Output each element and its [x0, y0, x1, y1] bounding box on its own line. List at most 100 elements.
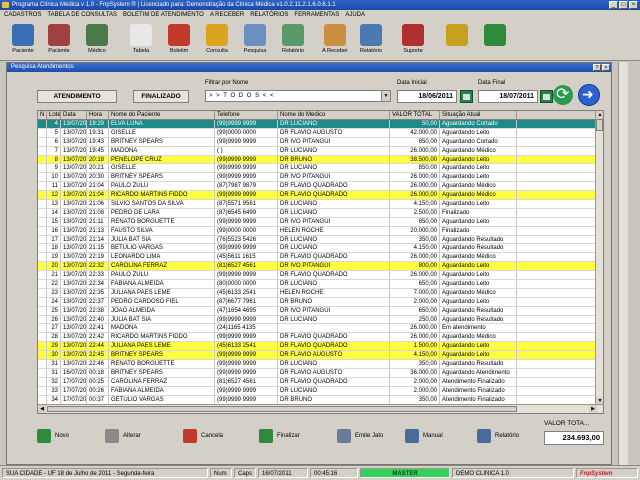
table-row[interactable]: 1813/07/201121:15BETULIO VARGAS(99)9999 … [38, 244, 597, 254]
search-icon [244, 24, 266, 46]
toolbar-button-4[interactable]: Boletim [162, 23, 196, 60]
date-initial-input[interactable]: 18/06/2011 [397, 90, 457, 103]
cell-hora: 21:08 [87, 208, 109, 217]
table-row[interactable]: 2813/07/201122:42RICARDO MARTINS FIDDO(9… [38, 333, 597, 343]
toolbar-button-12[interactable] [478, 23, 512, 60]
toolbar-button-5[interactable]: Consulta [200, 23, 234, 60]
action-button-2[interactable]: Cancela [183, 425, 223, 447]
toolbar-button-0[interactable]: Paciente [6, 23, 40, 60]
table-row[interactable]: 3113/07/201122:46RENATO BORGUETTE(99)999… [38, 360, 597, 369]
scroll-thumb[interactable] [47, 406, 517, 412]
column-header-4[interactable]: Nome do Paciente [109, 111, 215, 119]
table-row[interactable]: 2713/07/201122:41MADONA(24)1165 4135 26.0… [38, 324, 597, 334]
action-button-0[interactable]: Novo [37, 425, 69, 447]
main-vertical-scrollbar[interactable] [618, 62, 628, 465]
column-header-3[interactable]: Hora [87, 111, 109, 119]
toolbar-button-6[interactable]: Pesquisa [238, 23, 272, 60]
table-row[interactable]: 3217/07/201100:25CAROLINA FERRAZ(81)6527… [38, 377, 597, 387]
table-row[interactable]: 2513/07/201122:38JOÃO ALMEIDA(47)1654 46… [38, 306, 597, 316]
toolbar-button-2[interactable]: Médico [80, 23, 114, 60]
scroll-thumb[interactable] [596, 119, 603, 131]
cell-n: 25 [47, 306, 61, 315]
table-row[interactable]: 1313/07/201121:06SILVIO SANTOS DA SILVA(… [38, 200, 597, 209]
filter-name-select[interactable]: > > T O D O S < < ▼ [205, 90, 391, 102]
table-row[interactable]: 2913/07/201122:44JULIANA PAES LEME(45)61… [38, 342, 597, 352]
action-button-1[interactable]: Alterar [105, 425, 141, 447]
table-row[interactable]: 2413/07/201122:37PEDRO CARDOSO FIEL(87)6… [38, 297, 597, 307]
cell-hora: 00:26 [87, 386, 109, 395]
menu-item-6[interactable]: AJUDA [345, 10, 365, 21]
table-row[interactable]: 813/07/201120:18PENELOPE CRUZ(99)9999 99… [38, 155, 597, 165]
table-row[interactable]: 513/07/201119:31GISELLE(99)0000 0000DR F… [38, 128, 597, 138]
scroll-left-icon[interactable]: ◀ [38, 405, 46, 413]
scroll-right-icon[interactable]: ▶ [589, 405, 597, 413]
table-row[interactable]: 713/07/201119:45MADONA( )DR LUCIANO26.00… [38, 146, 597, 156]
toolbar-button-11[interactable] [440, 23, 474, 60]
table-row[interactable]: 2613/07/201122:40JULIA BAT SIA(99)9999 9… [38, 315, 597, 325]
calendar-icon[interactable] [540, 90, 553, 103]
column-header-5[interactable]: Telefone [215, 111, 278, 119]
toolbar-button-7[interactable]: Relatório [276, 23, 310, 60]
table-row[interactable]: 1713/07/201121:14JULIA BAT SIA(76)5523 5… [38, 235, 597, 245]
toolbar-button-8[interactable]: A Receber [318, 23, 352, 60]
vertical-scrollbar[interactable]: ▲ ▼ [595, 111, 603, 405]
cell-medico: DR IVO PITANGUI [278, 217, 390, 226]
table-row[interactable]: 1413/07/201121:08PEDRO DE LARA(87)6545 6… [38, 208, 597, 218]
table-row[interactable]: 2313/07/201122:35JULIANA PAES LEME(45)61… [38, 288, 597, 298]
help-button[interactable]: ? [593, 64, 601, 71]
column-header-7[interactable]: VALOR TOTAL [390, 111, 440, 119]
maximize-button[interactable]: □ [619, 1, 628, 9]
action-button-6[interactable]: Relatório [477, 425, 519, 447]
refresh-icon[interactable] [553, 85, 573, 105]
date-final-input[interactable]: 18/07/2011 [478, 90, 538, 103]
menu-item-5[interactable]: FERRAMENTAS [294, 10, 339, 21]
menu-item-4[interactable]: RELATÓRIOS [250, 10, 288, 21]
column-header-2[interactable]: Data [61, 111, 87, 119]
child-close-button[interactable]: × [602, 64, 610, 71]
toolbar-button-1[interactable]: Paciente [42, 23, 76, 60]
action-button-3[interactable]: Finalizar [259, 425, 300, 447]
menu-item-2[interactable]: BOLETIM DE ATENDIMENTO [123, 10, 204, 21]
table-row[interactable]: 1013/07/201120:30BRITNEY SPEARS(99)9999 … [38, 173, 597, 183]
row-indicator [38, 137, 47, 146]
cell-data: 13/07/2011 [63, 173, 87, 182]
status-finalizado-box[interactable]: FINALIZADO [133, 90, 189, 103]
toolbar-button-10[interactable]: Suporte [396, 23, 430, 60]
menu-item-1[interactable]: TABELA DE CONSULTAS [47, 10, 117, 21]
table-row[interactable]: 613/07/201119:43BRITNEY SPEARS(99)9999 9… [38, 137, 597, 147]
column-header-1[interactable]: Lote [47, 111, 61, 119]
column-header-0[interactable]: N [38, 111, 47, 119]
column-header-8[interactable]: Situação Atual [440, 111, 517, 119]
table-row[interactable]: 3317/07/201100:26FABIANA ALMEIDA(99)9999… [38, 386, 597, 396]
scroll-up-icon[interactable]: ▲ [596, 111, 603, 119]
table-row[interactable]: 1513/07/201121:11RENATO BORGUETTE(99)999… [38, 217, 597, 227]
menu-item-3[interactable]: A RECEBER [210, 10, 244, 21]
calendar-icon[interactable] [460, 90, 473, 103]
table-row[interactable]: 3116/07/201100:18BRITNEY SPEARS(99)9999 … [38, 368, 597, 378]
close-button[interactable]: × [629, 1, 638, 9]
action-button-5[interactable]: Manual [405, 425, 443, 447]
table-row[interactable]: 2113/07/201122:33PAULO ZULU(99)9999 9999… [38, 271, 597, 281]
toolbar-button-3[interactable]: Tabela [124, 23, 158, 60]
table-row[interactable]: 913/07/201120:21GISELLE(99)9999 9999DR L… [38, 164, 597, 174]
toolbar-button-9[interactable]: Relatório [354, 23, 388, 60]
action-button-4[interactable]: Emite Jato [337, 425, 383, 447]
arrow-right-icon[interactable] [578, 84, 600, 106]
horizontal-scrollbar[interactable]: ◀ ▶ [38, 404, 603, 413]
table-row[interactable]: 1613/07/201121:13FAUSTO SILVA(99)0000 00… [38, 226, 597, 236]
column-header-6[interactable]: Nome do Medico [278, 111, 390, 119]
table-row[interactable]: 1113/07/201121:04PAULO ZULU(87)7987 9879… [38, 182, 597, 192]
table-row[interactable]: 3013/07/201122:45BRITNEY SPEARS(99)9999 … [38, 351, 597, 361]
table-row[interactable]: 1213/07/201121:04RICARDO MARTINS FIDDO(9… [38, 191, 597, 201]
table-row[interactable]: 413/07/201119:29ELVA LUNA(99)9999 9999DR… [38, 120, 597, 129]
minimize-button[interactable]: _ [609, 1, 618, 9]
row-indicator [38, 324, 47, 333]
table-row[interactable]: 2013/07/201122:32CAROLINA FERRAZ(81)6527… [38, 262, 597, 272]
status-atendimento-box[interactable]: ATENDIMENTO [37, 90, 117, 103]
menu-item-0[interactable]: CADASTROS [4, 10, 41, 21]
search-window-title-text: Pesquisa Atendimentos [11, 64, 74, 70]
row-indicator [38, 306, 47, 315]
table-row[interactable]: 2213/07/201122:34FABIANA ALMEIDA(80)0000… [38, 280, 597, 289]
table-row[interactable]: 1913/07/201122:19LEONARDO LIMA(45)5611 1… [38, 253, 597, 263]
chevron-down-icon[interactable]: ▼ [381, 91, 390, 101]
